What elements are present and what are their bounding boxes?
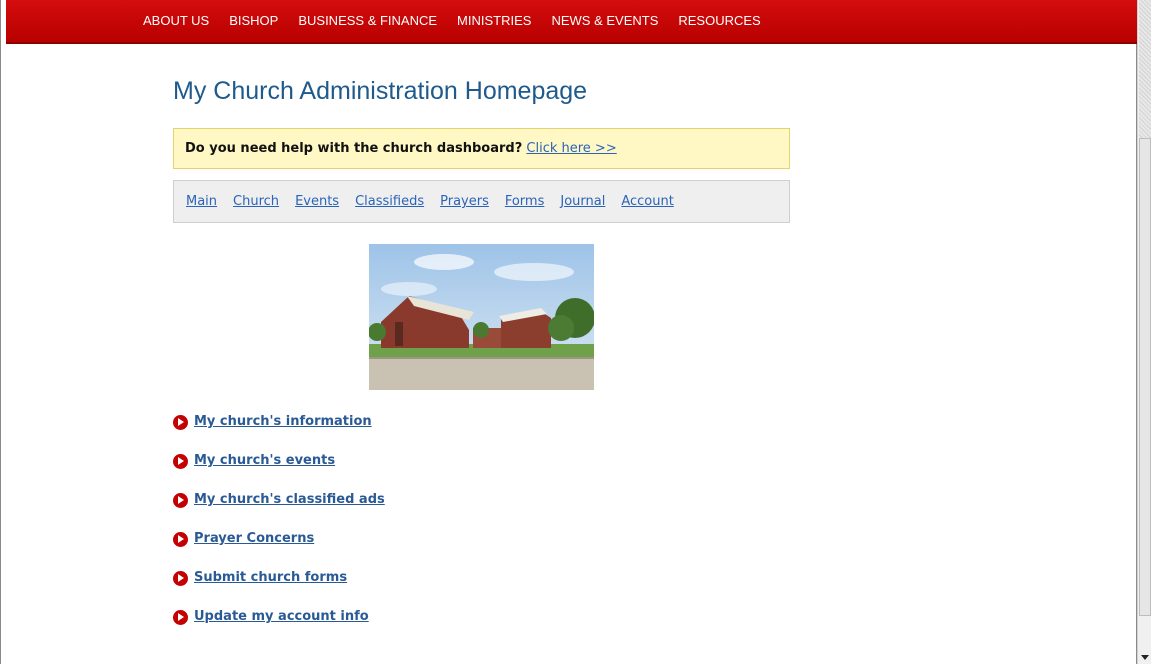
tab-forms[interactable]: Forms: [505, 194, 545, 209]
link-church-information[interactable]: My church's information: [194, 414, 372, 429]
tab-journal[interactable]: Journal: [560, 194, 605, 209]
top-nav-news-events[interactable]: NEWS & EVENTS: [551, 13, 658, 28]
arrow-circle-right-icon: [173, 454, 188, 469]
top-nav-about-us[interactable]: ABOUT US: [143, 13, 209, 28]
arrow-circle-right-icon: [173, 493, 188, 508]
tab-church[interactable]: Church: [233, 194, 279, 209]
dashboard-tabs: Main Church Events Classifieds Prayers F…: [173, 180, 790, 223]
scrollbar-thumb[interactable]: [1139, 138, 1151, 616]
list-item: My church's events: [173, 453, 385, 492]
tab-account[interactable]: Account: [621, 194, 674, 209]
link-church-events[interactable]: My church's events: [194, 453, 335, 468]
top-nav-ministries[interactable]: MINISTRIES: [457, 13, 531, 28]
list-item: Update my account info: [173, 609, 385, 648]
top-nav-resources[interactable]: RESOURCES: [678, 13, 760, 28]
list-item: Submit church forms: [173, 570, 385, 609]
tab-events[interactable]: Events: [295, 194, 339, 209]
top-nav-bishop[interactable]: BISHOP: [229, 13, 278, 28]
arrow-circle-right-icon: [173, 415, 188, 430]
link-update-account-info[interactable]: Update my account info: [194, 609, 369, 624]
arrow-circle-right-icon: [173, 532, 188, 547]
tab-classifieds[interactable]: Classifieds: [355, 194, 424, 209]
top-navigation-bar: ABOUT US BISHOP BUSINESS & FINANCE MINIS…: [6, 0, 1137, 44]
link-submit-church-forms[interactable]: Submit church forms: [194, 570, 347, 585]
list-item: Prayer Concerns: [173, 531, 385, 570]
church-photo: [369, 244, 594, 390]
top-nav-business-finance[interactable]: BUSINESS & FINANCE: [298, 13, 437, 28]
arrow-circle-right-icon: [173, 571, 188, 586]
tab-prayers[interactable]: Prayers: [440, 194, 489, 209]
tab-main[interactable]: Main: [186, 194, 217, 209]
page-title: My Church Administration Homepage: [173, 77, 588, 105]
help-banner: Do you need help with the church dashboa…: [173, 128, 790, 169]
arrow-circle-right-icon: [173, 610, 188, 625]
vertical-scrollbar[interactable]: [1137, 0, 1151, 664]
link-prayer-concerns[interactable]: Prayer Concerns: [194, 531, 314, 546]
link-church-classified-ads[interactable]: My church's classified ads: [194, 492, 385, 507]
help-question: Do you need help with the church dashboa…: [185, 141, 523, 156]
quick-links: My church's information My church's even…: [173, 414, 385, 648]
scroll-down-arrow-icon[interactable]: [1141, 655, 1149, 660]
scrollbar-track[interactable]: [1139, 0, 1151, 138]
list-item: My church's classified ads: [173, 492, 385, 531]
help-link[interactable]: Click here >>: [526, 141, 616, 156]
list-item: My church's information: [173, 414, 385, 453]
